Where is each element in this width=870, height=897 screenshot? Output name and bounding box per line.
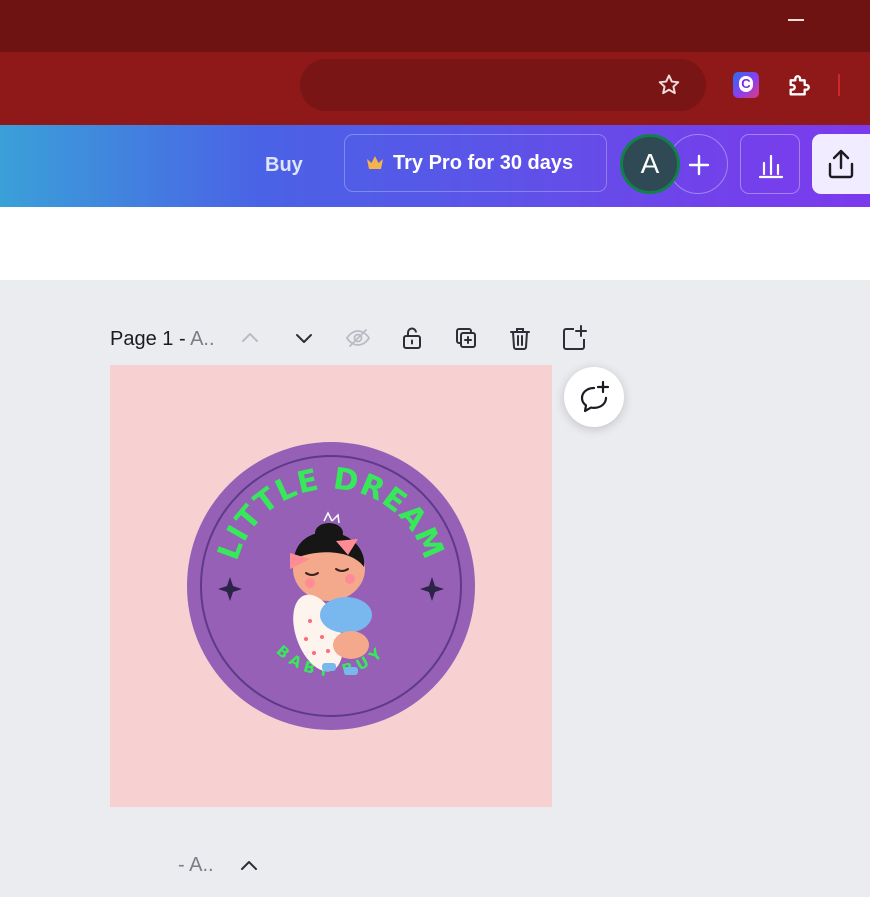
puzzle-icon[interactable] [786, 71, 814, 99]
canva-extension-glyph: C [739, 76, 753, 92]
add-page-icon[interactable] [560, 324, 588, 352]
add-comment-button[interactable] [564, 367, 624, 427]
crown-icon [367, 156, 383, 169]
editor-header: Buy Try Pro for 30 days A [0, 125, 870, 207]
bar-chart-icon [758, 154, 784, 179]
duplicate-icon[interactable] [452, 324, 480, 352]
canva-extension-icon[interactable]: C [733, 72, 759, 98]
lock-icon[interactable] [398, 324, 426, 352]
browser-titlebar [0, 0, 870, 52]
minimize-icon[interactable] [788, 19, 804, 21]
toolbar-divider [838, 74, 840, 96]
canvas-workspace: Page 1 - A.. LITTLE DREAM BAB UY - A.. [0, 207, 870, 897]
design-artboard[interactable]: LITTLE DREAM BABY BUY [110, 365, 552, 807]
trash-icon[interactable] [506, 324, 534, 352]
share-upload-icon [828, 149, 854, 179]
page-title[interactable]: Page 1 - A.. [110, 326, 215, 352]
eye-hidden-icon[interactable] [344, 324, 372, 352]
comment-add-icon [580, 380, 610, 413]
page-toolbar: Page 1 - A.. [110, 321, 600, 357]
share-button[interactable] [812, 134, 870, 194]
browser-chrome: C [0, 0, 870, 125]
baby-logo-badge[interactable]: LITTLE DREAM BABY BUY [186, 441, 476, 731]
try-pro-button[interactable]: Try Pro for 30 days [344, 134, 607, 192]
chevron-down-icon[interactable] [290, 324, 318, 352]
insights-button[interactable] [740, 134, 800, 194]
buy-link[interactable]: Buy [265, 152, 303, 178]
chevron-up-icon[interactable] [236, 324, 264, 352]
bookmark-star-icon[interactable] [656, 72, 682, 98]
address-bar[interactable] [300, 59, 706, 111]
page-2-title[interactable]: - A.. [178, 852, 214, 878]
avatar[interactable]: A [620, 134, 680, 194]
plus-icon [688, 154, 710, 176]
page-2-chevron-up-icon[interactable] [236, 853, 262, 879]
page-label: Page 1 - [110, 328, 191, 350]
try-pro-label: Try Pro for 30 days [393, 152, 574, 174]
page-name: A.. [190, 328, 215, 350]
